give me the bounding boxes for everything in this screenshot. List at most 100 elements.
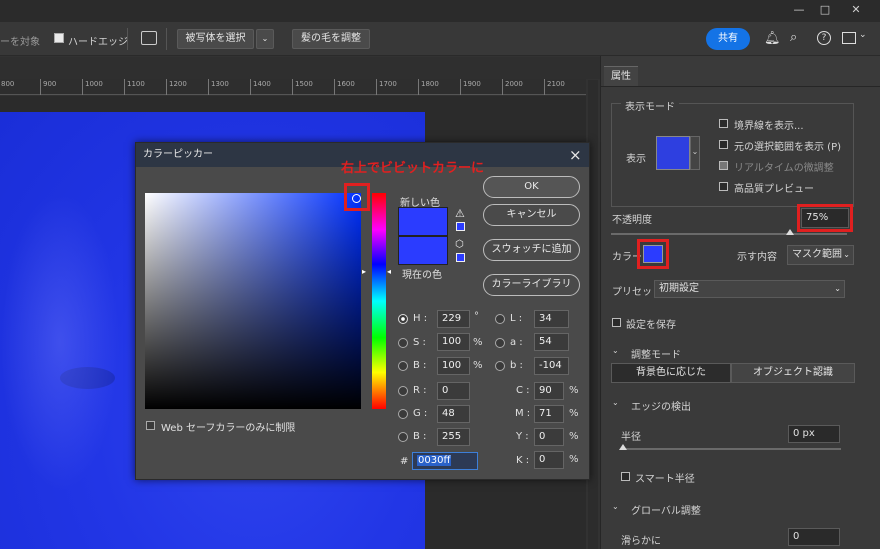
- save-settings-checkbox[interactable]: [612, 318, 621, 327]
- show-original-label: 元の選択範囲を表示 (P): [734, 142, 842, 153]
- radio-lab-b[interactable]: [495, 361, 505, 371]
- hue-slider-arrow-icon[interactable]: ◂: [387, 267, 391, 276]
- refine-hair-button[interactable]: 髪の毛を調整: [292, 29, 370, 49]
- show-edge-label: 境界線を表示...: [734, 121, 804, 132]
- divider: [601, 86, 880, 87]
- gamut-swatch[interactable]: [456, 222, 465, 231]
- chevron-down-icon: ⌄: [843, 250, 850, 259]
- input-c[interactable]: 90: [534, 382, 564, 400]
- smooth-input[interactable]: 0: [788, 528, 840, 546]
- hue-slider-arrow-icon[interactable]: ▸: [362, 267, 366, 276]
- current-color-swatch[interactable]: [398, 236, 448, 265]
- web-only-checkbox[interactable]: [146, 421, 155, 430]
- radius-input[interactable]: 0 px: [788, 425, 840, 443]
- opacity-slider-handle[interactable]: [786, 229, 794, 235]
- hex-value: 0030ff: [417, 455, 452, 466]
- input-b[interactable]: 100: [437, 357, 470, 375]
- radius-slider[interactable]: [621, 448, 841, 450]
- input-a[interactable]: 54: [534, 333, 569, 351]
- close-window-button[interactable]: ✕: [843, 0, 869, 20]
- view-thumbnail-lion[interactable]: [656, 136, 690, 170]
- hex-input[interactable]: 0030ff: [412, 452, 478, 470]
- radio-a[interactable]: [495, 338, 505, 348]
- chevron-down-icon[interactable]: ⌄: [612, 398, 619, 407]
- search-icon[interactable]: ⌕: [790, 30, 797, 45]
- radio-b[interactable]: [398, 361, 408, 371]
- realtime-label: リアルタイムの微調整: [734, 163, 834, 174]
- preset-dropdown[interactable]: 初期設定 ⌄: [654, 280, 845, 298]
- input-s[interactable]: 100: [437, 333, 470, 351]
- input-g[interactable]: 48: [437, 405, 470, 423]
- add-swatch-button[interactable]: スウォッチに追加: [483, 239, 580, 261]
- hard-edge-label: ハードエッジ: [68, 37, 128, 48]
- label-r: R :: [413, 385, 427, 396]
- input-m[interactable]: 71: [534, 405, 564, 423]
- input-bb[interactable]: 255: [437, 428, 470, 446]
- unit-percent: %: [473, 360, 483, 371]
- minimize-button[interactable]: —: [786, 0, 812, 20]
- close-icon[interactable]: ×: [569, 146, 582, 164]
- select-subject-button[interactable]: 被写体を選択: [177, 29, 254, 49]
- hue-slider[interactable]: [372, 193, 386, 409]
- ruler-tick: 2100: [544, 79, 565, 95]
- share-button[interactable]: 共有: [706, 28, 750, 50]
- chevron-down-icon[interactable]: ⌄: [256, 29, 274, 49]
- web-safe-swatch[interactable]: [456, 253, 465, 262]
- show-dropdown[interactable]: マスク範囲 ⌄: [787, 245, 854, 265]
- input-l[interactable]: 34: [534, 310, 569, 328]
- label-c: C :: [516, 385, 530, 396]
- web-cube-icon[interactable]: ⬡: [455, 239, 464, 250]
- sample-target-label: ーを対象: [0, 37, 40, 48]
- unit-percent: %: [569, 454, 579, 465]
- bell-icon[interactable]: 🔔︎: [764, 31, 781, 46]
- realtime-checkbox[interactable]: [719, 161, 728, 170]
- chevron-down-icon[interactable]: ⌄: [612, 346, 619, 355]
- mode-object-button[interactable]: オブジェクト認識: [731, 363, 855, 383]
- annotation-text: 右上でビビットカラーに: [341, 161, 485, 176]
- smart-radius-checkbox[interactable]: [621, 472, 630, 481]
- radius-slider-handle[interactable]: [619, 444, 627, 450]
- workspace-icon[interactable]: [842, 32, 856, 44]
- view-label: 表示: [626, 154, 646, 165]
- chevron-down-icon[interactable]: ⌄: [859, 30, 867, 40]
- show-edge-checkbox[interactable]: [719, 119, 728, 128]
- ruler-tick: 1100: [124, 79, 145, 95]
- mode-bg-button[interactable]: 背景色に応じた: [611, 363, 731, 383]
- radio-g[interactable]: [398, 409, 408, 419]
- chevron-down-icon[interactable]: ⌄: [612, 502, 619, 511]
- ruler-tick: 1700: [376, 79, 397, 95]
- ok-button[interactable]: OK: [483, 176, 580, 198]
- color-picker-dialog: カラーピッカー × 右上でビビットカラーに ▸ ◂ 新しい色 現在の色 ⚠ ⬡ …: [135, 142, 590, 480]
- radio-s[interactable]: [398, 338, 408, 348]
- radio-r[interactable]: [398, 386, 408, 396]
- hard-edge-checkbox[interactable]: [54, 33, 64, 46]
- speech-bubble-icon[interactable]: [141, 31, 157, 45]
- high-quality-checkbox[interactable]: [719, 182, 728, 191]
- color-libraries-button[interactable]: カラーライブラリ: [483, 274, 580, 296]
- current-color-label: 現在の色: [402, 270, 442, 281]
- tab-properties[interactable]: 属性: [604, 66, 638, 86]
- chevron-down-icon[interactable]: ⌄: [690, 136, 700, 170]
- color-swatch[interactable]: [643, 245, 663, 263]
- input-h[interactable]: 229: [437, 310, 470, 328]
- radio-l[interactable]: [495, 314, 505, 324]
- label-s: S :: [413, 337, 426, 348]
- show-original-checkbox[interactable]: [719, 140, 728, 149]
- new-color-swatch: [398, 207, 448, 236]
- input-lab-b[interactable]: -104: [534, 357, 569, 375]
- gamut-warning-icon[interactable]: ⚠: [455, 207, 465, 220]
- input-k[interactable]: 0: [534, 451, 564, 469]
- help-icon[interactable]: ?: [817, 31, 831, 45]
- opacity-input[interactable]: 75%: [801, 208, 849, 228]
- input-r[interactable]: 0: [437, 382, 470, 400]
- radio-bb[interactable]: [398, 432, 408, 442]
- cancel-button[interactable]: キャンセル: [483, 204, 580, 226]
- opacity-slider[interactable]: [611, 233, 847, 235]
- maximize-button[interactable]: □: [812, 0, 838, 20]
- label-b: B :: [413, 360, 427, 371]
- radio-h[interactable]: [398, 314, 408, 324]
- input-y[interactable]: 0: [534, 428, 564, 446]
- save-settings-label: 設定を保存: [626, 320, 676, 331]
- ruler-tick: 1600: [334, 79, 355, 95]
- color-field[interactable]: [145, 193, 361, 409]
